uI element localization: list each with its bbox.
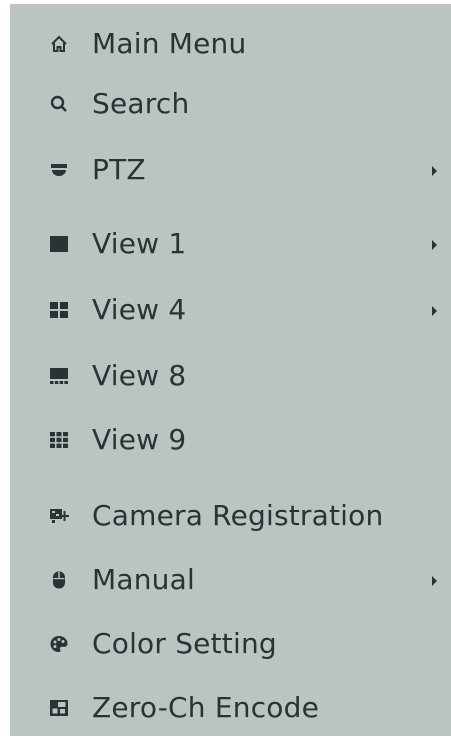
- menu-item-label: Main Menu: [92, 26, 247, 60]
- menu-item-label: PTZ: [92, 152, 146, 186]
- menu-item-view-8[interactable]: View 8: [10, 346, 451, 406]
- view-9-icon: [48, 429, 70, 451]
- menu-item-camera-registration[interactable]: Camera Registration: [10, 486, 451, 546]
- menu-item-label: View 4: [92, 292, 187, 326]
- menu-item-label: Manual: [92, 562, 195, 596]
- menu-item-search[interactable]: Search: [10, 74, 451, 134]
- menu-item-color-setting[interactable]: Color Setting: [10, 614, 451, 674]
- menu-item-manual[interactable]: Manual: [10, 550, 451, 610]
- submenu-arrow-icon: [431, 304, 439, 316]
- home-icon: [48, 33, 70, 55]
- menu-item-ptz[interactable]: PTZ: [10, 140, 451, 200]
- menu-item-label: View 8: [92, 358, 187, 392]
- submenu-arrow-icon: [431, 164, 439, 176]
- submenu-arrow-icon: [431, 238, 439, 250]
- search-icon: [48, 93, 70, 115]
- menu-item-view-4[interactable]: View 4: [10, 280, 451, 340]
- menu-item-label: View 1: [92, 226, 187, 260]
- submenu-arrow-icon: [431, 574, 439, 586]
- color-palette-icon: [48, 633, 70, 655]
- zero-channel-encode-icon: [48, 697, 70, 719]
- context-menu: Main Menu Search PTZ View 1 View 4 View …: [10, 4, 451, 736]
- view-4-icon: [48, 299, 70, 321]
- menu-item-label: Camera Registration: [92, 498, 384, 532]
- mouse-icon: [48, 569, 70, 591]
- ptz-camera-icon: [48, 159, 70, 181]
- menu-item-view-1[interactable]: View 1: [10, 214, 451, 274]
- menu-item-main-menu[interactable]: Main Menu: [10, 14, 451, 74]
- menu-item-zero-ch-encode[interactable]: Zero-Ch Encode: [10, 678, 451, 738]
- menu-item-label: Zero-Ch Encode: [92, 690, 320, 724]
- menu-item-label: Color Setting: [92, 626, 277, 660]
- menu-item-label: Search: [92, 86, 190, 120]
- camera-registration-icon: [48, 505, 70, 527]
- menu-item-label: View 9: [92, 422, 187, 456]
- view-1-icon: [48, 233, 70, 255]
- menu-item-view-9[interactable]: View 9: [10, 410, 451, 470]
- view-8-icon: [48, 365, 70, 387]
